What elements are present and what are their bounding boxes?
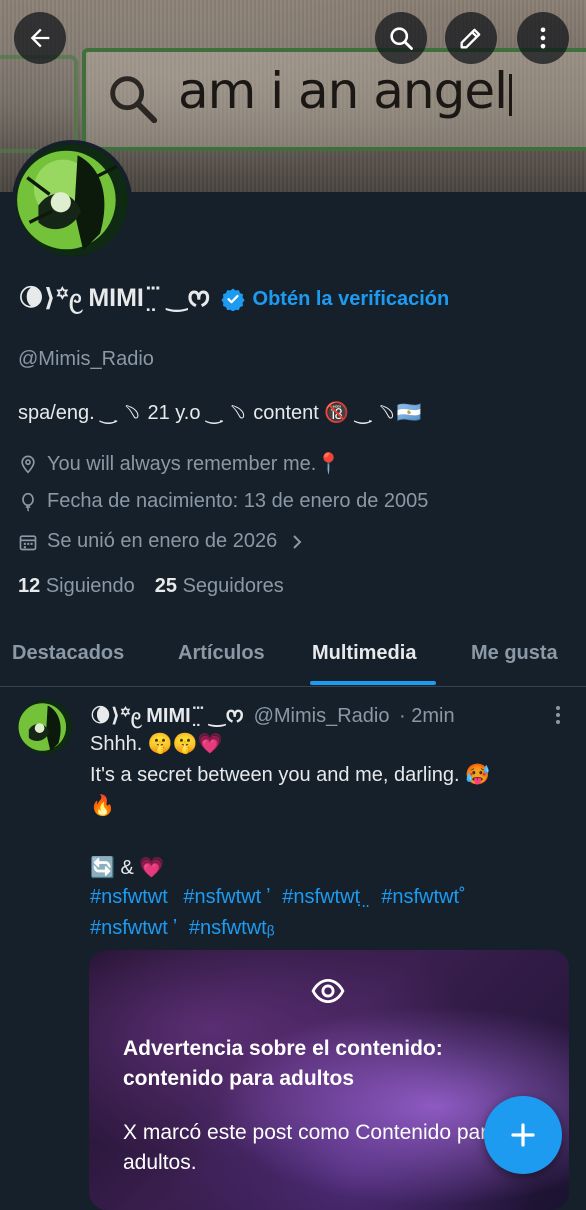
joined-text: Se unió en enero de 2026 bbox=[47, 530, 278, 552]
followers-label: Seguidores bbox=[182, 575, 284, 597]
banner-search-text: am i an angel bbox=[178, 62, 512, 120]
profile-birthday: Fecha de nacimiento: 13 de enero de 2005 bbox=[18, 490, 428, 513]
balloon-icon bbox=[22, 492, 34, 512]
verified-badge-icon[interactable] bbox=[220, 287, 245, 311]
pencil-icon bbox=[460, 28, 481, 49]
search-button[interactable] bbox=[375, 12, 427, 64]
post-author-name[interactable]: 🌘⟩꙳᧙ MIMI ̤ ⃛ ‿ᰔ bbox=[90, 705, 244, 727]
post-timestamp[interactable]: · 2min bbox=[399, 705, 455, 727]
content-warning-text: X marcó este post como Contenido para ad… bbox=[123, 1121, 499, 1174]
tab-articulos[interactable]: Artículos bbox=[178, 642, 265, 665]
chevron-right-icon bbox=[293, 534, 302, 549]
banner-refresh-shape bbox=[0, 55, 78, 153]
tab-destacados[interactable]: Destacados bbox=[12, 642, 124, 665]
post-body: Shhh. 🤫🤫💗 It's a secret between you and … bbox=[90, 729, 560, 884]
followers-link[interactable]: 25 Seguidores bbox=[155, 575, 284, 597]
tab-multimedia[interactable]: Multimedia bbox=[312, 642, 416, 665]
followers-count: 25 bbox=[154, 575, 178, 597]
following-label: Siguiendo bbox=[45, 575, 135, 597]
hashtag-link[interactable]: #nsfwtwt˚ bbox=[381, 886, 465, 908]
post-avatar-image bbox=[18, 700, 72, 754]
avatar-image bbox=[16, 144, 128, 256]
more-options-button[interactable] bbox=[517, 12, 569, 64]
profile-avatar[interactable] bbox=[12, 140, 132, 260]
location-pin-icon bbox=[21, 455, 35, 474]
follow-counts: 12 Siguiendo 25 Seguidores bbox=[18, 575, 284, 598]
eye-icon bbox=[311, 978, 345, 1004]
back-button[interactable] bbox=[14, 12, 66, 64]
active-tab-indicator bbox=[310, 681, 436, 685]
compose-post-button[interactable] bbox=[484, 1096, 562, 1174]
display-name: 🌘⟩꙳᧙ MIMI ̤ ⃛ ‿ᰔ bbox=[18, 284, 211, 312]
tab-me-gusta[interactable]: Me gusta bbox=[471, 642, 558, 665]
location-text: You will always remember me.📍 bbox=[47, 453, 342, 475]
post-hashtags: #nsfwtwt #nsfwtwt ̛ #nsfwtwt ̤̣ #nsfwtwt… bbox=[90, 882, 560, 944]
birthday-text: Fecha de nacimiento: 13 de enero de 2005 bbox=[47, 490, 429, 512]
post-line: 🔄 & 💗 bbox=[90, 857, 165, 879]
hashtag-link[interactable]: #nsfwtwt bbox=[90, 886, 168, 908]
post-header: 🌘⟩꙳᧙ MIMI ̤ ⃛ ‿ᰔ @Mimis_Radio · 2min bbox=[90, 701, 455, 731]
hashtag-row: #nsfwtwt ̛ #nsfwtwtᵦ bbox=[90, 913, 560, 944]
post-line: 🔥 bbox=[90, 795, 115, 817]
profile-handle: @Mimis_Radio bbox=[18, 348, 154, 370]
banner-magnifier-icon bbox=[110, 76, 158, 124]
get-verified-link[interactable]: Obtén la verificación bbox=[253, 288, 450, 311]
profile-name-row: 🌘⟩꙳᧙ MIMI ̤ ⃛ ‿ᰔ Obtén la verificación bbox=[18, 281, 449, 317]
hashtag-row: #nsfwtwt #nsfwtwt ̛ #nsfwtwt ̤̣ #nsfwtwt… bbox=[90, 882, 560, 913]
post-author-handle[interactable]: @Mimis_Radio bbox=[254, 705, 390, 727]
post-line bbox=[90, 822, 560, 853]
hashtag-link[interactable]: #nsfwtwt ̛ bbox=[90, 917, 173, 939]
hashtag-link[interactable]: #nsfwtwtᵦ bbox=[189, 917, 275, 939]
post-line: Shhh. 🤫🤫💗 bbox=[90, 733, 223, 755]
arrow-left-icon bbox=[30, 28, 50, 48]
profile-location: You will always remember me.📍 bbox=[18, 451, 341, 476]
calendar-icon bbox=[19, 534, 37, 550]
sensitive-media-card[interactable]: Advertencia sobre el contenido: contenid… bbox=[89, 950, 569, 1210]
following-link[interactable]: 12 Siguiendo bbox=[18, 575, 135, 597]
more-vertical-icon bbox=[540, 27, 546, 49]
post-more-icon[interactable] bbox=[548, 703, 568, 727]
edit-button[interactable] bbox=[445, 12, 497, 64]
profile-tabs: Destacados Artículos Multimedia Me gusta bbox=[0, 622, 586, 687]
profile-bio: spa/eng. ‿ ̣﹆ 21 y.o ‿ ̣﹆ content 🔞 ‿ ̣﹆… bbox=[18, 402, 422, 424]
plus-icon bbox=[511, 1123, 535, 1147]
post-author-avatar[interactable] bbox=[18, 700, 72, 754]
content-warning-title: Advertencia sobre el contenido: contenid… bbox=[123, 1037, 443, 1090]
post-line: It's a secret between you and me, darlin… bbox=[90, 764, 491, 786]
following-count: 12 bbox=[18, 575, 41, 597]
profile-joined[interactable]: Se unió en enero de 2026 bbox=[18, 530, 314, 553]
hashtag-link[interactable]: #nsfwtwt ̤̣ bbox=[282, 886, 365, 908]
hashtag-link[interactable]: #nsfwtwt ̛ bbox=[183, 886, 266, 908]
search-icon bbox=[390, 27, 413, 50]
